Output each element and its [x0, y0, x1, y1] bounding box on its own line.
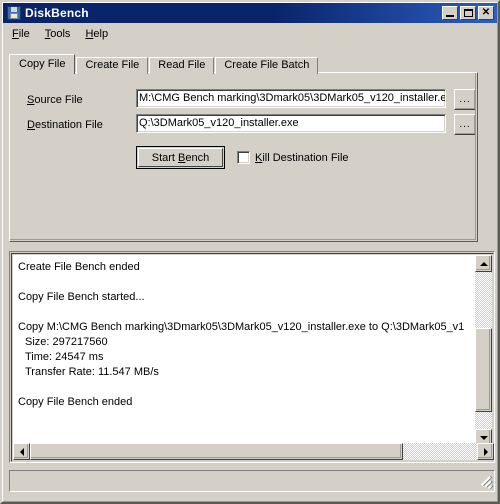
log-line: Copy M:\CMG Bench marking\3Dmark05\3DMar…: [18, 321, 465, 333]
destination-browse-label: ...: [459, 119, 471, 130]
source-browse-button[interactable]: ...: [454, 89, 476, 110]
tab-read-file-label: Read File: [158, 59, 206, 71]
menu-item-file[interactable]: File: [5, 26, 38, 42]
destination-file-input[interactable]: Q:\3DMark05_v120_installer.exe: [136, 114, 446, 133]
window-frame: DiskBench ✕ File Tools Help Copy File Cr…: [0, 0, 500, 504]
start-bench-label: Start Bench: [138, 148, 223, 167]
log-text-area[interactable]: Create File Bench ended Copy File Bench …: [13, 255, 477, 446]
source-file-label: Source File: [27, 94, 83, 106]
minimize-button[interactable]: [442, 6, 458, 20]
chevron-left-icon: [19, 447, 24, 456]
horizontal-scroll-track[interactable]: [30, 443, 477, 460]
log-lines: Create File Bench ended Copy File Bench …: [18, 260, 477, 410]
tab-copy-file[interactable]: Copy File: [9, 54, 76, 74]
kill-destination-file-label: Kill Destination File: [255, 151, 349, 164]
tab-strip: Copy File Create File Read File Create F…: [9, 54, 477, 74]
log-line: Time: 24547 ms: [25, 351, 104, 363]
tab-create-file-label: Create File: [85, 59, 140, 71]
tab-create-file-batch-label: Create File Batch: [224, 59, 310, 71]
menu-item-file-label: ile: [18, 28, 30, 40]
log-horizontal-scrollbar[interactable]: [13, 443, 494, 460]
log-output-inner: Create File Bench ended Copy File Bench …: [11, 253, 494, 462]
window-controls: ✕: [442, 6, 494, 20]
scroll-left-button[interactable]: [13, 443, 30, 460]
kill-destination-file-row[interactable]: Kill Destination File: [237, 151, 349, 164]
scroll-up-button[interactable]: [475, 255, 492, 272]
minimize-icon: [446, 15, 454, 17]
maximize-button[interactable]: [460, 6, 476, 20]
application-window: DiskBench ✕ File Tools Help Copy File Cr…: [0, 0, 500, 504]
kill-destination-file-checkbox[interactable]: [237, 151, 250, 164]
menu-item-tools-label: ools: [50, 28, 71, 40]
tab-read-file[interactable]: Read File: [149, 57, 215, 74]
log-line: Copy File Bench started...: [18, 291, 145, 303]
destination-file-label: Destination File: [27, 119, 103, 131]
window-title: DiskBench: [25, 6, 89, 20]
source-browse-label: ...: [459, 94, 471, 105]
chevron-up-icon: [479, 261, 488, 266]
disk-icon: [6, 5, 22, 21]
log-line: Size: 297217560: [25, 336, 108, 348]
maximize-icon: [464, 9, 473, 17]
vertical-scroll-thumb[interactable]: [475, 328, 492, 412]
menu-item-tools[interactable]: Tools: [38, 26, 79, 42]
chevron-down-icon: [479, 435, 488, 440]
tab-copy-file-label: Copy File: [19, 58, 66, 70]
tab-create-file-batch[interactable]: Create File Batch: [215, 57, 319, 74]
scroll-right-button[interactable]: [477, 443, 494, 460]
horizontal-scroll-thumb[interactable]: [30, 443, 403, 460]
status-bar: [9, 470, 495, 492]
copy-file-panel: Source File M:\CMG Bench marking\3Dmark0…: [9, 72, 478, 242]
log-line: Copy File Bench ended: [18, 396, 133, 408]
destination-browse-button[interactable]: ...: [454, 114, 476, 135]
tab-create-file[interactable]: Create File: [76, 57, 149, 74]
start-bench-button[interactable]: Start Bench: [136, 146, 225, 169]
close-button[interactable]: ✕: [478, 6, 494, 20]
log-line: Create File Bench ended: [18, 261, 140, 273]
log-line: Transfer Rate: 11.547 MB/s: [25, 366, 159, 378]
menu-bar: File Tools Help: [5, 25, 495, 43]
source-file-input[interactable]: M:\CMG Bench marking\3Dmark05\3DMark05_v…: [136, 89, 446, 108]
log-output-box: Create File Bench ended Copy File Bench …: [9, 251, 495, 463]
resize-grip-icon[interactable]: [480, 476, 493, 490]
log-vertical-scrollbar[interactable]: [475, 255, 492, 446]
chevron-right-icon: [483, 447, 488, 456]
title-bar[interactable]: DiskBench ✕: [3, 3, 497, 23]
menu-item-help[interactable]: Help: [78, 26, 116, 42]
close-icon: ✕: [481, 7, 491, 18]
menu-item-help-label: elp: [93, 28, 109, 40]
